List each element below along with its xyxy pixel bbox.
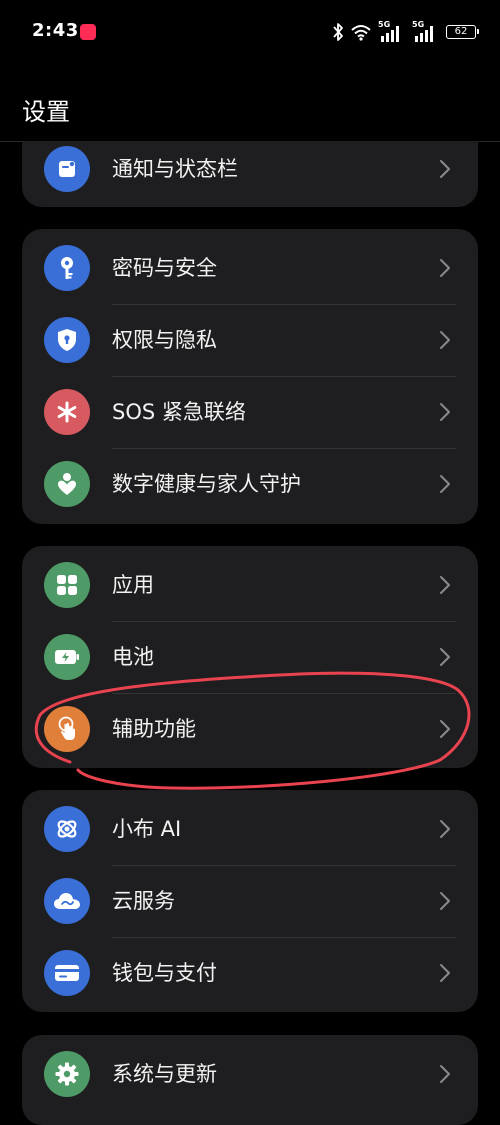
chevron-right-icon xyxy=(440,259,450,277)
settings-item-system-update[interactable]: 系统与更新 xyxy=(22,1038,478,1110)
cellular-signal-icon-2: 5G xyxy=(412,21,440,43)
wifi-icon xyxy=(350,23,372,41)
settings-item-label: SOS 紧急联络 xyxy=(112,400,246,424)
apps-grid-icon xyxy=(44,562,90,608)
settings-item-label: 小布 AI xyxy=(112,817,182,841)
settings-item-permissions-privacy[interactable]: 权限与隐私 xyxy=(22,304,478,376)
chevron-right-icon xyxy=(440,1065,450,1083)
page-title: 设置 xyxy=(22,98,70,126)
battery-level: 62 xyxy=(454,26,468,37)
cellular-signal-icon: 5G xyxy=(378,21,406,43)
settings-card-services: 小布 AI 云服务 钱包与支付 xyxy=(22,790,478,1012)
notification-icon xyxy=(44,146,90,192)
settings-item-label: 密码与安全 xyxy=(112,256,217,280)
chevron-right-icon xyxy=(440,892,450,910)
settings-item-digital-wellbeing[interactable]: 数字健康与家人守护 xyxy=(22,448,478,520)
settings-card-apps: 应用 电池 辅助功能 xyxy=(22,546,478,768)
hand-touch-icon xyxy=(44,706,90,752)
status-bar: 2:43 5G 5G 62 xyxy=(0,0,500,64)
settings-item-label: 辅助功能 xyxy=(112,717,196,741)
chevron-right-icon xyxy=(440,475,450,493)
xiaobu-ai-icon xyxy=(44,806,90,852)
settings-card-system: 系统与更新 xyxy=(22,1035,478,1125)
key-icon xyxy=(44,245,90,291)
settings-item-cloud-service[interactable]: 云服务 xyxy=(22,865,478,937)
settings-item-label: 系统与更新 xyxy=(112,1062,217,1086)
settings-item-label: 权限与隐私 xyxy=(112,328,217,352)
settings-card-notifications: 通知与状态栏 xyxy=(22,141,478,207)
settings-card-security: 密码与安全 权限与隐私 SOS 紧急联络 数字健康与家人守护 xyxy=(22,229,478,524)
settings-item-password-security[interactable]: 密码与安全 xyxy=(22,232,478,304)
settings-item-label: 应用 xyxy=(112,573,154,597)
status-icons: 5G 5G 62 xyxy=(332,20,479,44)
chevron-right-icon xyxy=(440,576,450,594)
chevron-right-icon xyxy=(440,720,450,738)
settings-item-apps[interactable]: 应用 xyxy=(22,549,478,621)
cloud-icon xyxy=(44,878,90,924)
wallet-card-icon xyxy=(44,950,90,996)
battery-icon xyxy=(44,634,90,680)
settings-item-label: 云服务 xyxy=(112,889,175,913)
settings-item-accessibility[interactable]: 辅助功能 xyxy=(22,693,478,765)
chevron-right-icon xyxy=(440,648,450,666)
bluetooth-icon xyxy=(332,22,344,42)
shield-lock-icon xyxy=(44,317,90,363)
settings-item-wallet-payment[interactable]: 钱包与支付 xyxy=(22,937,478,1009)
status-time: 2:43 xyxy=(32,20,79,41)
settings-item-notifications[interactable]: 通知与状态栏 xyxy=(22,141,478,205)
settings-item-label: 电池 xyxy=(112,645,154,669)
chevron-right-icon xyxy=(440,160,450,178)
settings-item-battery[interactable]: 电池 xyxy=(22,621,478,693)
asterisk-icon xyxy=(44,389,90,435)
settings-item-xiaobu-ai[interactable]: 小布 AI xyxy=(22,793,478,865)
settings-item-label: 钱包与支付 xyxy=(112,961,217,985)
battery-indicator: 62 xyxy=(446,25,479,39)
app-notification-badge xyxy=(80,24,96,40)
settings-item-label: 通知与状态栏 xyxy=(112,157,238,181)
chevron-right-icon xyxy=(440,820,450,838)
settings-item-sos[interactable]: SOS 紧急联络 xyxy=(22,376,478,448)
settings-item-label: 数字健康与家人守护 xyxy=(112,472,301,496)
chevron-right-icon xyxy=(440,331,450,349)
family-heart-icon xyxy=(44,461,90,507)
chevron-right-icon xyxy=(440,964,450,982)
chevron-right-icon xyxy=(440,403,450,421)
gear-icon xyxy=(44,1051,90,1097)
